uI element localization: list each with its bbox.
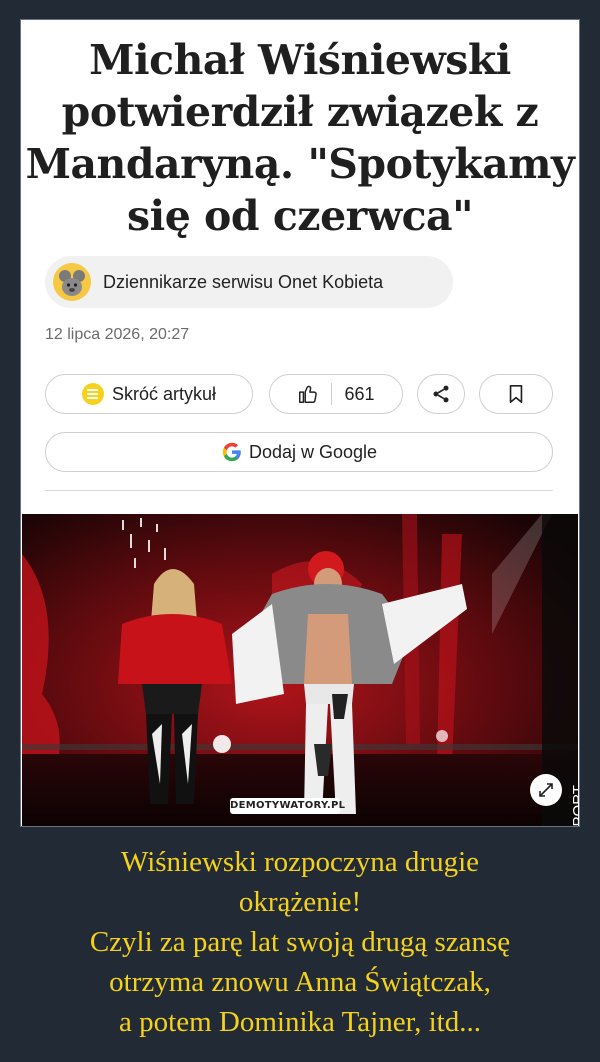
caption: Wiśniewski rozpoczyna drugie okrążenie! … bbox=[0, 842, 600, 1042]
google-icon bbox=[222, 442, 241, 462]
headline-line: się od czerwca" bbox=[127, 192, 473, 240]
author-mascot-icon bbox=[59, 270, 85, 296]
site-watermark: DEMOTYWATORY.PL bbox=[230, 798, 345, 814]
caption-line: okrążenie! bbox=[238, 886, 362, 918]
article-card: Michał Wiśniewski potwierdził związek z … bbox=[20, 19, 580, 827]
author-avatar bbox=[53, 263, 91, 301]
like-button[interactable]: 661 bbox=[269, 374, 403, 414]
headline-line: Mandaryną. "Spotykamy bbox=[25, 140, 575, 188]
add-to-google-button[interactable]: Dodaj w Google bbox=[45, 432, 553, 472]
summary-icon bbox=[81, 383, 104, 405]
share-icon bbox=[433, 385, 449, 403]
bookmark-icon bbox=[509, 385, 523, 403]
caption-line: a potem Dominika Tajner, itd... bbox=[119, 1006, 481, 1038]
add-to-google-label: Dodaj w Google bbox=[248, 441, 378, 462]
headline-line: Michał Wiśniewski bbox=[89, 36, 511, 84]
headline-line: potwierdził związek z bbox=[61, 88, 539, 136]
author-chip[interactable]: Dziennikarze serwisu Onet Kobieta bbox=[45, 256, 453, 308]
bookmark-button[interactable] bbox=[479, 374, 553, 414]
caption-line: Wiśniewski rozpoczyna drugie bbox=[121, 846, 479, 878]
like-separator bbox=[331, 383, 333, 405]
summarize-label: Skróć artykuł bbox=[111, 383, 217, 404]
expand-photo-button[interactable] bbox=[530, 774, 562, 806]
like-count: 661 bbox=[344, 383, 375, 404]
photo-credit: Adrian Slazok/REPORT... bbox=[570, 734, 578, 826]
article-headline: Michał Wiśniewski potwierdził związek z … bbox=[21, 34, 579, 242]
share-button[interactable] bbox=[417, 374, 465, 414]
author-name: Dziennikarze serwisu Onet Kobieta bbox=[103, 271, 384, 292]
caption-line: Czyli za parę lat swoją drugą szansę bbox=[89, 926, 511, 958]
publish-date: 12 lipca 2026, 20:27 bbox=[45, 326, 190, 343]
summarize-button[interactable]: Skróć artykuł bbox=[45, 374, 253, 414]
stage-photo-image bbox=[22, 514, 578, 826]
expand-icon bbox=[539, 783, 553, 797]
caption-line: otrzyma znowu Anna Świątczak, bbox=[109, 966, 491, 998]
thumbs-up-icon bbox=[299, 385, 318, 403]
divider bbox=[45, 490, 553, 491]
article-photo[interactable]: Adrian Slazok/REPORT... bbox=[22, 514, 578, 826]
